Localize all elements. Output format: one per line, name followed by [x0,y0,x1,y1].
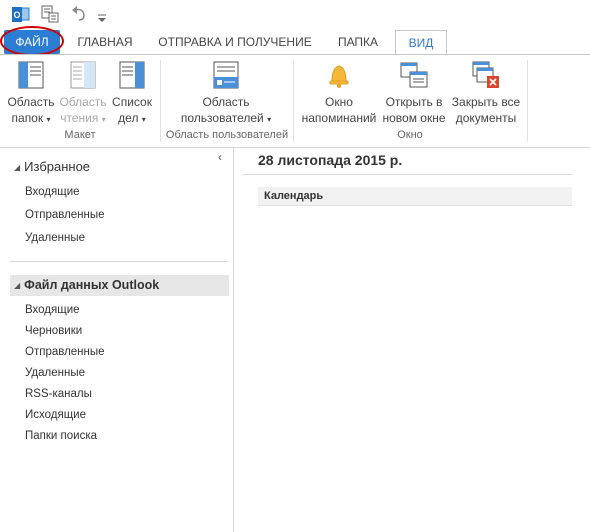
people-pane-label-2: пользователей [180,111,264,125]
nav-divider [10,261,228,262]
nav-item-search-folders[interactable]: Папки поиска [25,430,97,442]
reminders-label-1: Окно [325,95,353,109]
open-new-label-2: новом окне [382,111,446,125]
bell-icon [324,60,354,90]
send-receive-icon[interactable] [41,5,59,23]
nav-item-inbox-fav[interactable]: Входящие [25,186,80,198]
group-separator [293,60,294,142]
folder-pane-icon [16,60,46,90]
todo-list-label-2: дел [118,111,139,125]
outlook-icon[interactable]: O [12,6,30,23]
expand-triangle-icon: ◢ [14,163,21,172]
pane-divider[interactable] [233,148,234,532]
todo-list-label-1: Список [112,95,152,109]
reading-pane-icon [68,60,98,90]
people-pane-button[interactable]: Область пользователей ▾ [166,58,286,128]
group-label-people: Область пользователей [165,129,289,141]
main-header-line [243,174,572,175]
folder-pane-label-2: папок [11,111,44,125]
open-new-label-1: Открыть в [385,95,443,109]
nav-item-rss[interactable]: RSS-каналы [25,388,92,400]
nav-item-drafts[interactable]: Черновики [25,325,82,337]
calendar-row[interactable]: Календарь [258,187,572,206]
nav-item-sent[interactable]: Отправленные [25,346,105,358]
open-new-window-button[interactable]: Открыть в новом окне [381,58,447,126]
reminders-window-button[interactable]: Окно напоминаний [298,58,380,126]
calendar-row-label: Календарь [264,190,324,202]
tab-home[interactable]: ГЛАВНАЯ [72,30,138,54]
close-all-button[interactable]: Закрыть все документы [449,58,523,126]
tab-folder[interactable]: ПАПКА [330,30,386,54]
tab-send-receive[interactable]: ОТПРАВКА И ПОЛУЧЕНИЕ [152,30,318,54]
people-pane-label-1: Область [202,95,250,109]
folder-pane-button[interactable]: Область папок ▾ [4,58,58,128]
close-all-label-1: Закрыть все [451,95,521,109]
nav-item-inbox[interactable]: Входящие [25,304,80,316]
reading-pane-button[interactable]: Область чтения ▾ [58,58,108,128]
data-file-header-label: Файл данных Outlook [24,278,160,292]
reading-pane-label-2: чтения [60,111,99,125]
svg-text:O: O [13,10,20,20]
close-all-label-2: документы [455,111,517,125]
reading-pane-label-1: Область [59,95,107,109]
close-all-icon [471,60,501,90]
new-window-icon [399,60,429,90]
expand-triangle-icon: ◢ [14,281,21,290]
data-file-header[interactable]: ◢ Файл данных Outlook [10,275,229,296]
customize-icon[interactable] [97,10,107,22]
favorites-header[interactable]: ◢ Избранное [14,159,90,174]
group-label-window: Окно [397,129,423,141]
nav-item-outbox[interactable]: Исходящие [25,409,86,421]
undo-icon[interactable] [71,5,87,23]
nav-item-deleted[interactable]: Удаленные [25,367,85,379]
folder-pane-label-1: Область [7,95,55,109]
group-label-layout: Макет [64,129,96,141]
favorites-header-label: Избранное [24,159,91,174]
collapse-pane-icon[interactable]: ‹ [218,150,222,164]
people-pane-icon [211,60,241,90]
nav-item-sent-fav[interactable]: Отправленные [25,209,105,221]
nav-item-deleted-fav[interactable]: Удаленные [25,232,85,244]
tab-view[interactable]: ВИД [395,30,447,56]
todo-list-button[interactable]: Список дел ▾ [108,58,156,128]
highlight-circle [0,26,64,56]
todo-list-icon [117,60,147,90]
reminders-label-2: напоминаний [301,111,377,125]
group-separator [527,60,528,142]
main-date-heading: 28 листопада 2015 р. [258,152,403,168]
